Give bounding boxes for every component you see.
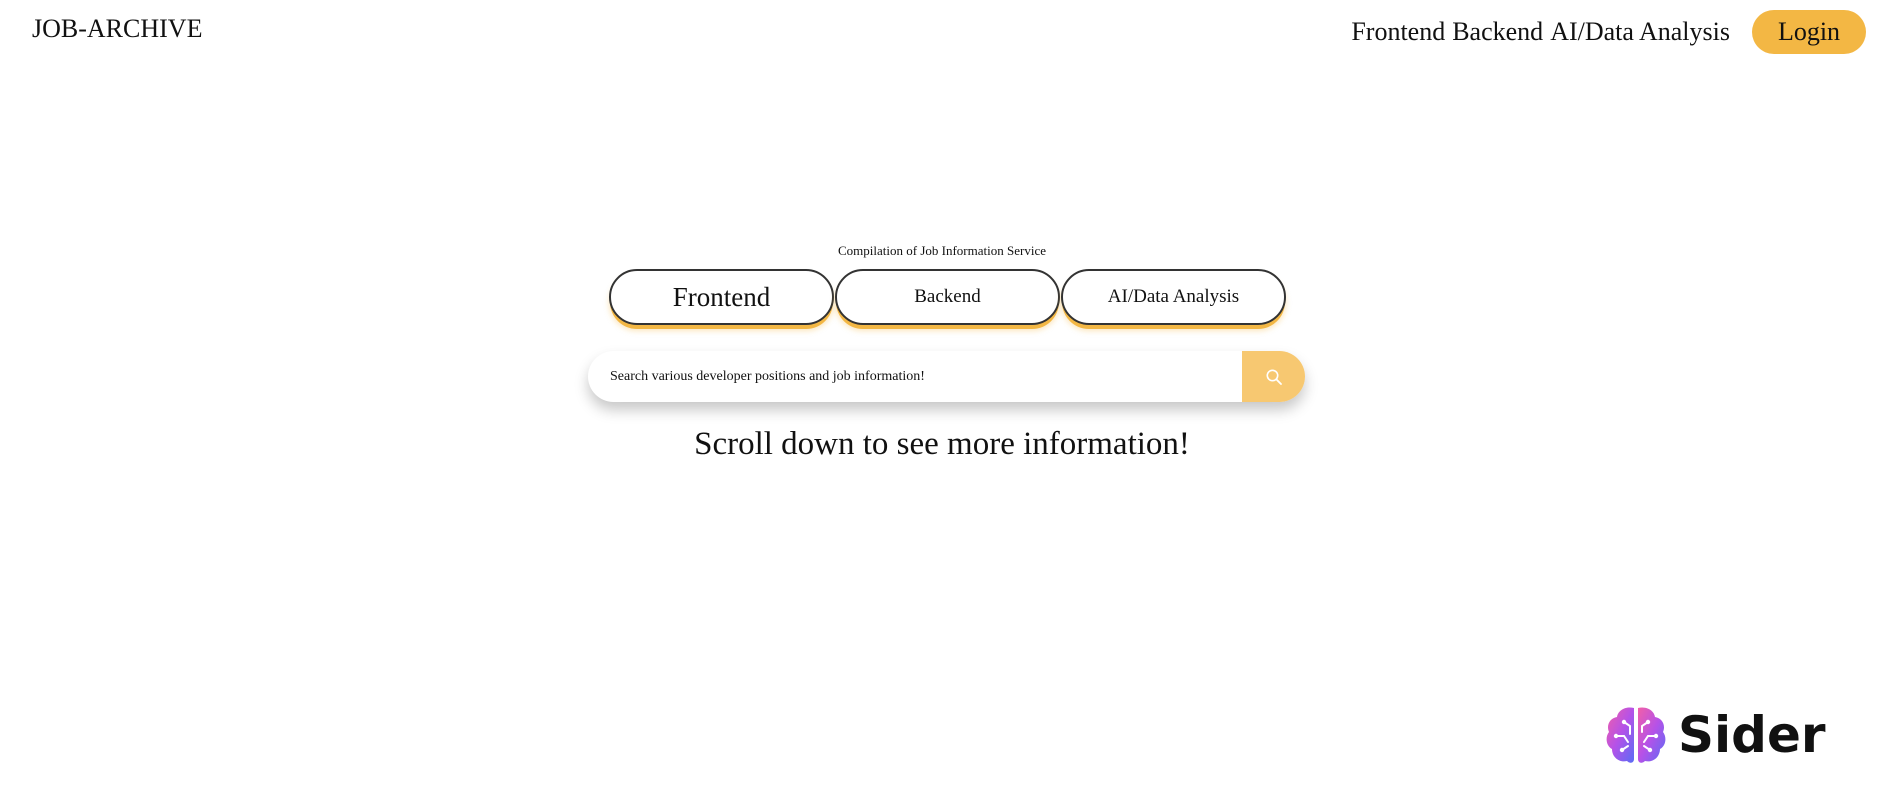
nav-links: Frontend Backend AI/Data Analysis — [1351, 17, 1730, 47]
search-bar — [588, 351, 1305, 402]
sider-wordmark: Sider — [1678, 706, 1826, 764]
top-nav: Frontend Backend AI/Data Analysis Login — [1351, 10, 1866, 54]
category-tab-backend[interactable]: Backend — [835, 269, 1060, 325]
search-button[interactable] — [1242, 351, 1305, 402]
nav-link-backend[interactable]: Backend — [1452, 17, 1543, 47]
brain-icon — [1606, 707, 1666, 763]
category-tab-frontend[interactable]: Frontend — [609, 269, 834, 325]
site-logo[interactable]: JOB-ARCHIVE — [32, 14, 202, 44]
category-tabs: Frontend Backend AI/Data Analysis — [609, 269, 1287, 325]
nav-link-frontend[interactable]: Frontend — [1351, 17, 1445, 47]
login-button[interactable]: Login — [1752, 10, 1866, 54]
search-icon — [1266, 369, 1282, 385]
category-tab-ai-data-analysis[interactable]: AI/Data Analysis — [1061, 269, 1286, 325]
nav-link-ai-data-analysis[interactable]: AI/Data Analysis — [1550, 17, 1730, 47]
page: JOB-ARCHIVE Frontend Backend AI/Data Ana… — [0, 0, 1884, 809]
service-subtitle: Compilation of Job Information Service — [838, 243, 1046, 258]
scroll-hint: Scroll down to see more information! — [694, 426, 1190, 462]
search-input[interactable] — [588, 351, 1242, 402]
sider-watermark[interactable]: Sider — [1604, 704, 1826, 766]
